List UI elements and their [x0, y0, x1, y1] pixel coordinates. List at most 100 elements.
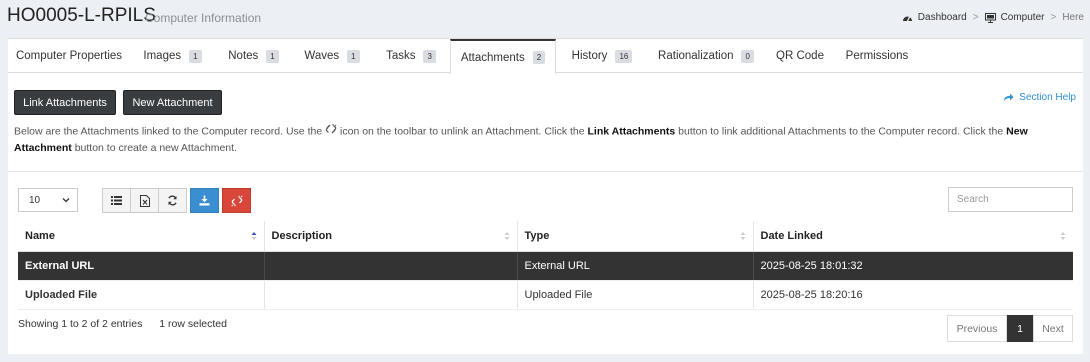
breadcrumb-separator: >: [1050, 12, 1057, 23]
divider: [8, 171, 1083, 172]
refresh-button[interactable]: [158, 188, 187, 213]
column-header-description[interactable]: Description: [264, 221, 518, 252]
breadcrumb-computer-label: Computer: [1000, 12, 1045, 23]
list-icon: [111, 196, 122, 205]
tab-label: Permissions: [845, 50, 909, 62]
tab-computer-properties[interactable]: Computer Properties: [8, 39, 130, 73]
cell-date-linked: 2025-08-25 18:01:32: [753, 251, 1073, 281]
intro-emphasis: Link Attachments: [587, 125, 676, 138]
count-badge: 1: [189, 49, 202, 63]
page-subtitle: Computer Information: [145, 11, 262, 25]
new-attachment-button[interactable]: New Attachment: [123, 90, 222, 115]
column-header-date-linked[interactable]: Date Linked: [753, 221, 1073, 252]
page-title: HO0005-L-RPILS: [7, 5, 156, 26]
previous-page-button[interactable]: Previous: [947, 315, 1007, 342]
download-button[interactable]: [190, 188, 219, 213]
refresh-icon: [168, 195, 177, 206]
dashboard-icon: [902, 16, 912, 22]
tab-label: Tasks: [386, 50, 416, 62]
tab-label: Waves: [304, 50, 340, 62]
breadcrumb-dashboard-label: Dashboard: [917, 12, 967, 23]
tab-label: Rationalization: [658, 50, 734, 62]
tab-label: Images: [143, 50, 182, 62]
column-header-name[interactable]: Name: [18, 221, 265, 252]
intro-part: button to link additional Attachments to…: [678, 125, 1004, 138]
search-input[interactable]: [948, 187, 1073, 212]
share-arrow-icon: [1004, 93, 1014, 101]
tab-notes[interactable]: Notes 1: [215, 39, 292, 73]
breadcrumb-dashboard[interactable]: Dashboard: [902, 12, 967, 23]
export-excel-button[interactable]: [130, 188, 159, 213]
intro-part: Below are the Attachments linked to the …: [14, 125, 323, 138]
tab-waves[interactable]: Waves 1: [292, 39, 372, 73]
tab-label: History: [571, 50, 608, 62]
table-header-row: Name Description Type Date Linked: [18, 221, 1073, 252]
page-header: HO0005-L-RPILS Computer Information Dash…: [0, 0, 1090, 36]
breadcrumb: Dashboard > Computer > Here: [902, 12, 1084, 23]
count-badge: 1: [347, 49, 360, 63]
tab-label: Notes: [228, 50, 259, 62]
count-badge: 2: [532, 51, 546, 64]
excel-file-icon: [139, 194, 150, 207]
table-row[interactable]: Uploaded File Uploaded File 2025-08-25 1…: [18, 280, 1073, 310]
unlink-icon: [230, 195, 243, 206]
page-length-value: 10: [29, 194, 41, 206]
page-length-select[interactable]: 10: [18, 188, 78, 212]
tab-history[interactable]: History 16: [556, 39, 648, 73]
tab-rationalization[interactable]: Rationalization 0: [648, 39, 764, 73]
cell-type: External URL: [517, 251, 754, 281]
count-badge: 1: [266, 49, 279, 63]
section-help-label: Section Help: [1019, 92, 1076, 103]
sort-icon: [740, 232, 745, 240]
column-visibility-button[interactable]: [102, 188, 131, 213]
breadcrumb-separator: >: [972, 12, 979, 23]
section-help-link[interactable]: Section Help: [1003, 92, 1076, 103]
content-panel: Computer Properties Images 1 Notes 1 Waves…: [8, 38, 1083, 354]
tab-bar: Computer Properties Images 1 Notes 1 Waves…: [8, 39, 1083, 74]
cell-type: Uploaded File: [517, 280, 754, 310]
column-header-type[interactable]: Type: [517, 221, 754, 252]
entries-summary: Showing 1 to 2 of 2 entries: [18, 318, 143, 330]
pagination: Previous 1 Next: [947, 315, 1073, 342]
sort-icon: [504, 232, 509, 240]
breadcrumb-current: Here: [1062, 12, 1084, 23]
table-info: Showing 1 to 2 of 2 entries 1 row select…: [18, 318, 241, 330]
intro-part: button to create a new Attachment.: [74, 142, 237, 154]
monitor-icon: [984, 12, 996, 23]
intro-part: icon on the toolbar to unlink an Attachm…: [340, 125, 585, 138]
download-icon: [199, 195, 210, 206]
column-label: Date Linked: [760, 229, 823, 242]
cell-description: [264, 251, 518, 281]
tab-qr-code[interactable]: QR Code: [764, 39, 836, 73]
cell-date-linked: 2025-08-25 18:20:16: [753, 280, 1073, 310]
page-1-button[interactable]: 1: [1007, 315, 1033, 342]
column-label: Name: [25, 229, 55, 242]
breadcrumb-computer[interactable]: Computer: [984, 12, 1045, 23]
sort-ascending-icon: [251, 232, 256, 240]
tab-label: Attachments: [460, 51, 525, 64]
selection-summary: 1 row selected: [159, 318, 227, 330]
count-badge: 16: [615, 49, 633, 63]
tab-label: QR Code: [776, 50, 824, 62]
cell-name: External URL: [18, 251, 265, 281]
cell-name: Uploaded File: [18, 280, 265, 310]
next-page-button[interactable]: Next: [1033, 315, 1073, 342]
attachments-table: Name Description Type Date Linked Extern…: [18, 221, 1073, 310]
unlink-icon: [325, 123, 337, 140]
column-label: Description: [271, 229, 333, 242]
tab-permissions[interactable]: Permissions: [836, 39, 918, 73]
tab-attachments[interactable]: Attachments 2: [450, 39, 556, 74]
intro-text: Below are the Attachments linked to the …: [14, 123, 1054, 156]
table-row[interactable]: External URL External URL 2025-08-25 18:…: [18, 251, 1073, 281]
column-label: Type: [524, 229, 550, 242]
cell-description: [264, 280, 518, 310]
unlink-button[interactable]: [222, 188, 251, 213]
count-badge: 3: [423, 49, 436, 63]
tab-label: Computer Properties: [15, 50, 123, 62]
link-attachments-button[interactable]: Link Attachments: [14, 90, 116, 115]
chevron-down-icon: [62, 198, 70, 203]
tab-tasks[interactable]: Tasks 3: [372, 39, 450, 73]
tab-images[interactable]: Images 1: [130, 39, 215, 73]
count-badge: 0: [741, 49, 754, 63]
sort-icon: [1060, 232, 1066, 240]
